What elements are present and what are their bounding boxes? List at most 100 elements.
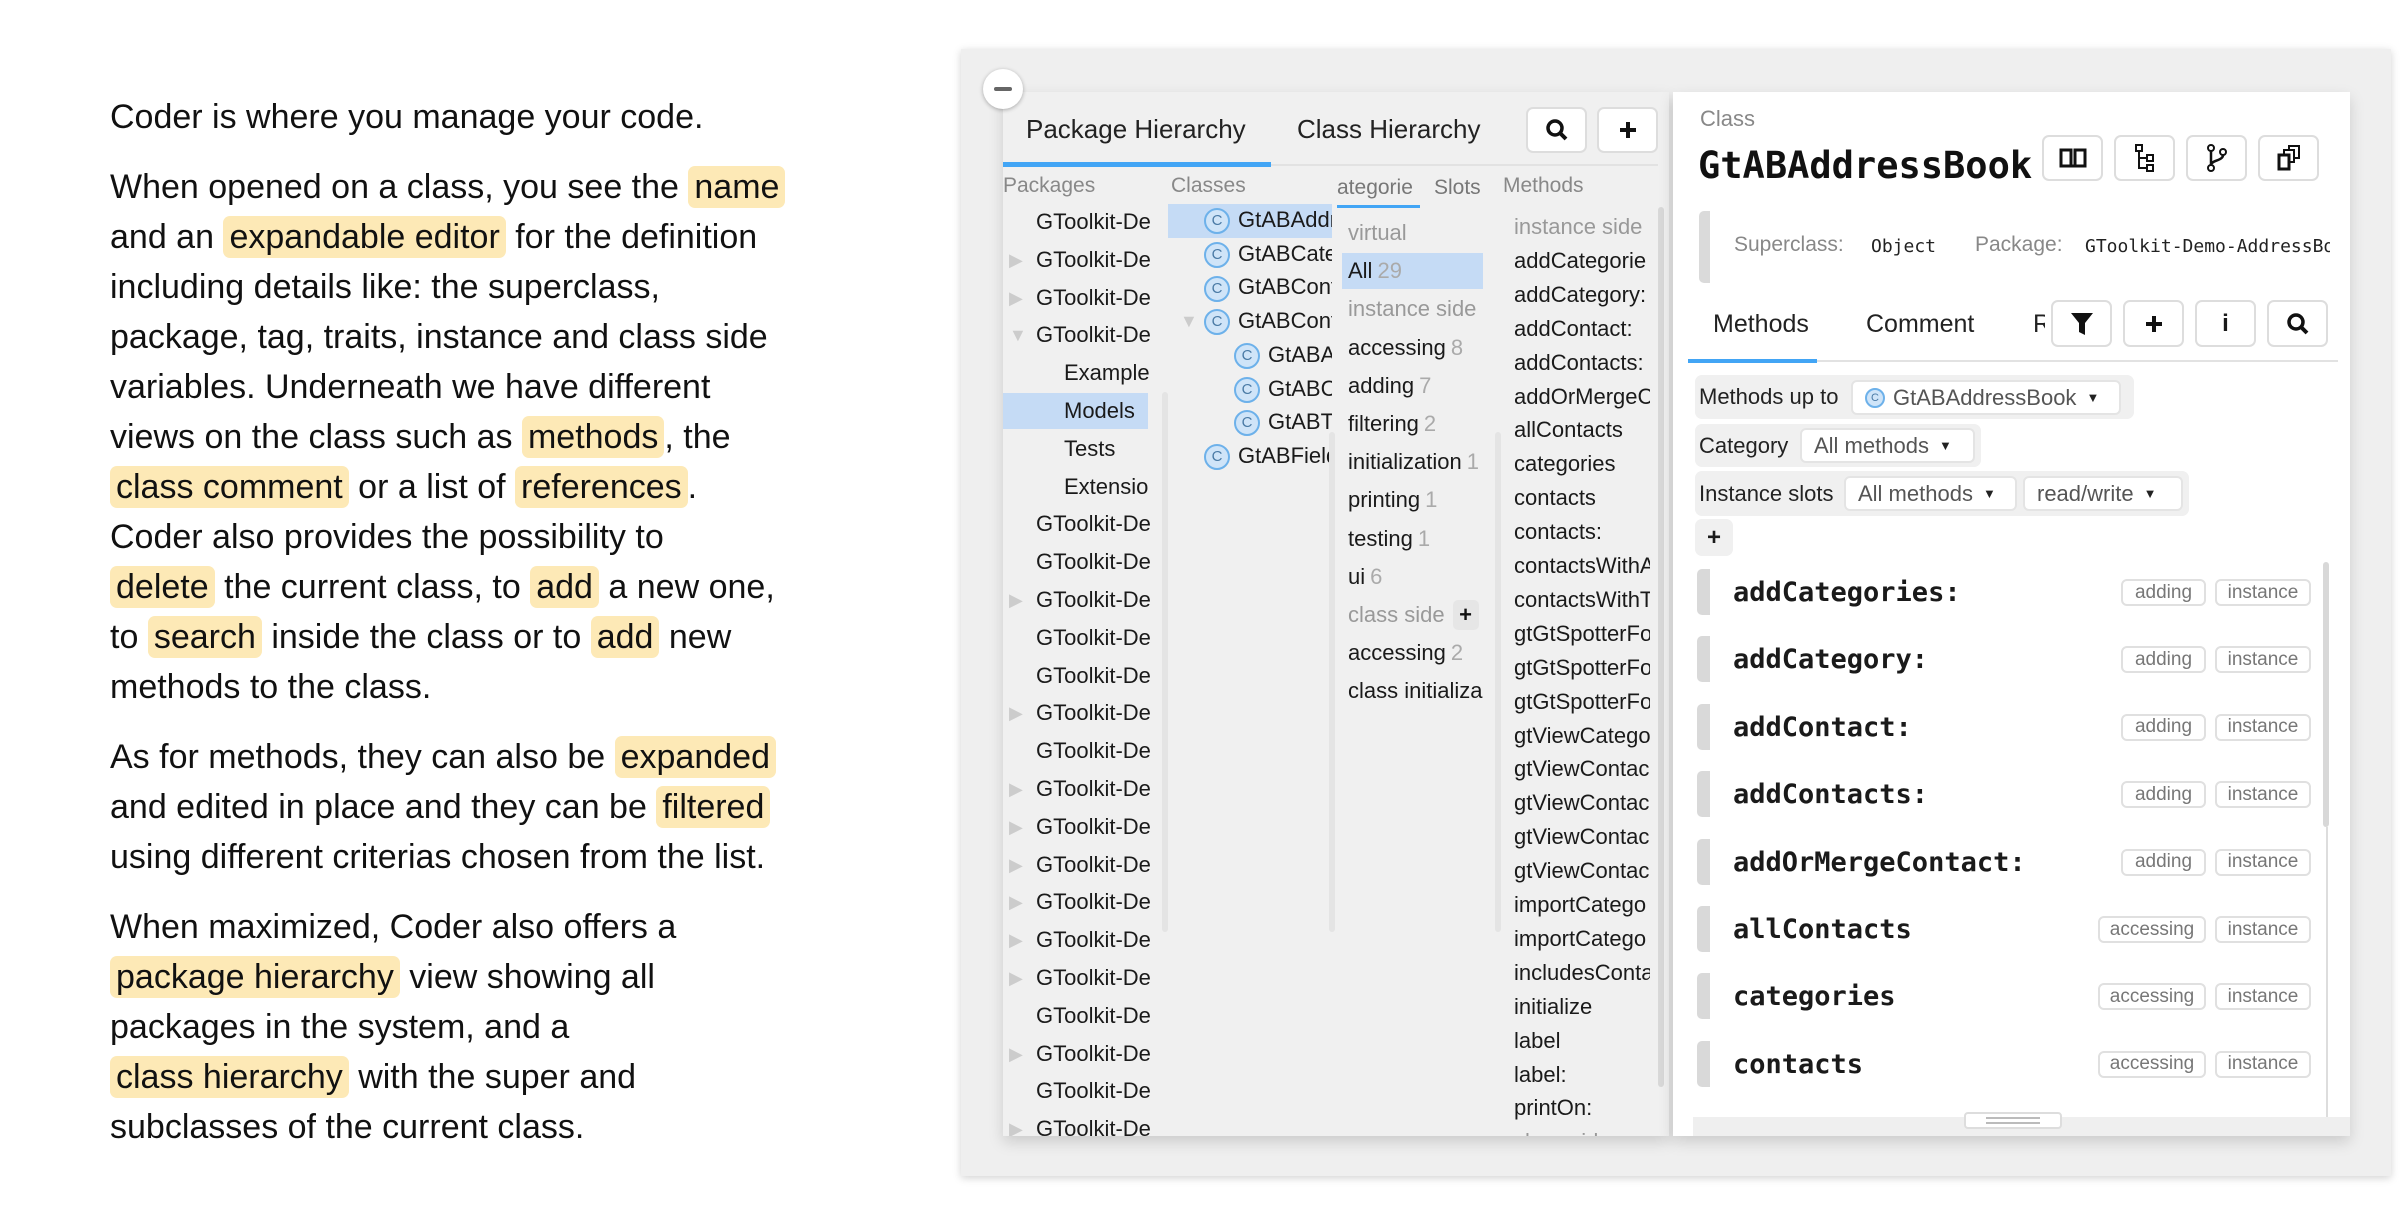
method-item[interactable]: addCategory: <box>1514 277 1650 313</box>
instance-slots-dropdown[interactable]: All methods ▼ <box>1844 476 2017 511</box>
package-item[interactable]: GToolkit-De <box>1003 1073 1153 1109</box>
package-item[interactable]: Models <box>1003 393 1148 429</box>
minimize-button[interactable] <box>983 69 1023 109</box>
method-item[interactable]: importCatego <box>1514 887 1650 923</box>
category-item[interactable]: adding 7 <box>1342 368 1483 404</box>
side-tag[interactable]: instance <box>2215 983 2311 1011</box>
expand-arrow-icon[interactable]: ▶ <box>1009 582 1023 618</box>
package-item[interactable]: ▶ GToolkit-De <box>1003 582 1153 618</box>
package-item[interactable]: GToolkit-De <box>1003 544 1153 580</box>
search-methods-button[interactable] <box>2267 300 2328 347</box>
expand-handle[interactable] <box>1697 703 1710 750</box>
filter-button[interactable] <box>2051 300 2112 347</box>
package-item[interactable]: GToolkit-De <box>1003 620 1153 656</box>
category-tag[interactable]: accessing <box>2098 983 2206 1011</box>
method-card[interactable]: addCategories: adding instance <box>1697 569 2311 615</box>
method-item[interactable]: gtViewContac <box>1514 751 1650 787</box>
tab-slots[interactable]: Slots <box>1434 176 1481 200</box>
method-item[interactable]: contacts <box>1514 480 1650 516</box>
expand-arrow-icon[interactable]: ▶ <box>1009 1111 1023 1136</box>
side-tag[interactable]: instance <box>2215 916 2311 943</box>
method-item[interactable]: contacts: <box>1514 514 1650 550</box>
expand-arrow-icon[interactable]: ▶ <box>1009 884 1023 920</box>
classes-scrollbar[interactable] <box>1329 432 1335 932</box>
expand-handle[interactable] <box>1697 636 1710 683</box>
expand-handle[interactable] <box>1697 838 1710 885</box>
add-filter-button[interactable]: + <box>1695 519 1733 556</box>
expand-handle[interactable] <box>1697 973 1710 1020</box>
expand-handle[interactable] <box>1697 771 1710 818</box>
method-card[interactable]: addCategory: adding instance <box>1697 636 2311 683</box>
category-item[interactable]: filtering 2 <box>1342 406 1483 442</box>
package-item[interactable]: GToolkit-De <box>1003 998 1153 1034</box>
category-dropdown[interactable]: All methods ▼ <box>1800 428 1975 463</box>
expand-arrow-icon[interactable]: ▶ <box>1009 695 1023 731</box>
class-item[interactable]: C GtABAc <box>1168 337 1332 373</box>
copy-button[interactable] <box>2258 135 2319 181</box>
category-item[interactable]: accessing 8 <box>1342 330 1483 366</box>
expand-handle[interactable] <box>1697 569 1710 615</box>
packages-scrollbar[interactable] <box>1162 392 1168 932</box>
expand-arrow-icon[interactable]: ▶ <box>1009 960 1023 996</box>
package-value[interactable]: GToolkit-Demo-AddressBook <box>2085 236 2330 257</box>
side-tag[interactable]: instance <box>2215 579 2311 606</box>
package-item[interactable]: ▶ GToolkit-De <box>1003 809 1153 845</box>
tab-references[interactable]: R <box>2033 310 2045 339</box>
search-button[interactable] <box>1526 107 1587 153</box>
method-card[interactable]: addContacts: adding instance <box>1697 771 2311 818</box>
package-item[interactable]: ▶ GToolkit-De <box>1003 242 1153 278</box>
method-item[interactable]: gtGtSpotterFo <box>1514 684 1650 720</box>
package-item[interactable]: ▶ GToolkit-De <box>1003 922 1153 958</box>
class-item[interactable]: C GtABCc <box>1168 371 1332 407</box>
method-card[interactable]: addContact: adding instance <box>1697 703 2311 750</box>
package-item[interactable]: ▶ GToolkit-De <box>1003 847 1153 883</box>
category-tag[interactable]: adding <box>2121 713 2206 741</box>
category-item[interactable]: class side + <box>1342 597 1483 633</box>
method-item[interactable]: gtGtSpotterFo <box>1514 650 1650 686</box>
method-item[interactable]: class side <box>1514 1124 1650 1136</box>
class-name[interactable]: GtABAddressBook <box>1698 144 2032 187</box>
category-item[interactable]: testing 1 <box>1342 521 1483 557</box>
method-card[interactable]: allContacts accessing instance <box>1697 906 2311 952</box>
package-item[interactable]: ▶ GToolkit-De <box>1003 960 1153 996</box>
package-item[interactable]: Tests <box>1003 431 1153 467</box>
tab-categories[interactable]: ategorie <box>1337 176 1420 200</box>
category-tag[interactable]: adding <box>2121 579 2206 606</box>
expand-arrow-icon[interactable]: ▶ <box>1009 922 1023 958</box>
method-item[interactable]: instance side <box>1514 209 1650 245</box>
add-button[interactable] <box>1597 107 1658 153</box>
documentation-button[interactable] <box>2042 135 2103 181</box>
side-tag[interactable]: instance <box>2215 781 2311 809</box>
method-list-scrollbar[interactable] <box>2323 562 2329 827</box>
package-item[interactable]: ▶ GToolkit-De <box>1003 1036 1153 1072</box>
method-item[interactable]: contactsWithA <box>1514 548 1650 584</box>
category-item[interactable]: ui 6 <box>1342 559 1483 595</box>
category-item[interactable]: instance side <box>1342 291 1483 327</box>
category-tag[interactable]: adding <box>2121 781 2206 809</box>
category-tag[interactable]: adding <box>2121 646 2206 674</box>
class-item[interactable]: ▼ C GtABCont <box>1168 303 1332 339</box>
category-tag[interactable]: adding <box>2121 848 2206 876</box>
methods-scrollbar[interactable] <box>1658 207 1664 1087</box>
package-item[interactable]: GToolkit-De <box>1003 658 1153 694</box>
package-item[interactable]: ▶ GToolkit-De <box>1003 1111 1153 1136</box>
package-item[interactable]: Example <box>1003 355 1153 391</box>
method-card[interactable]: categories accessing instance <box>1697 973 2311 1020</box>
package-item[interactable]: ▼ GToolkit-De <box>1003 317 1153 353</box>
class-item[interactable]: C GtABTe <box>1168 404 1332 440</box>
method-item[interactable]: gtViewCatego <box>1514 718 1650 754</box>
method-item[interactable]: gtGtSpotterFo <box>1514 616 1650 652</box>
tab-class-hierarchy[interactable]: Class Hierarchy <box>1297 114 1481 145</box>
info-button[interactable]: i <box>2195 300 2256 347</box>
collapse-arrow-icon[interactable]: ▼ <box>1180 303 1198 339</box>
method-item[interactable]: addCategorie <box>1514 243 1650 279</box>
side-tag[interactable]: instance <box>2215 1050 2311 1078</box>
expand-arrow-icon[interactable]: ▶ <box>1009 771 1023 807</box>
method-card[interactable]: addOrMergeContact: adding instance <box>1697 838 2311 885</box>
side-tag[interactable]: instance <box>2215 848 2311 876</box>
methods-up-to-dropdown[interactable]: C GtABAddressBook ▼ <box>1851 380 2121 415</box>
method-item[interactable]: addOrMergeC <box>1514 379 1650 415</box>
method-item[interactable]: categories <box>1514 446 1650 482</box>
package-item[interactable]: ▶ GToolkit-De <box>1003 280 1153 316</box>
side-tag[interactable]: instance <box>2215 713 2311 741</box>
